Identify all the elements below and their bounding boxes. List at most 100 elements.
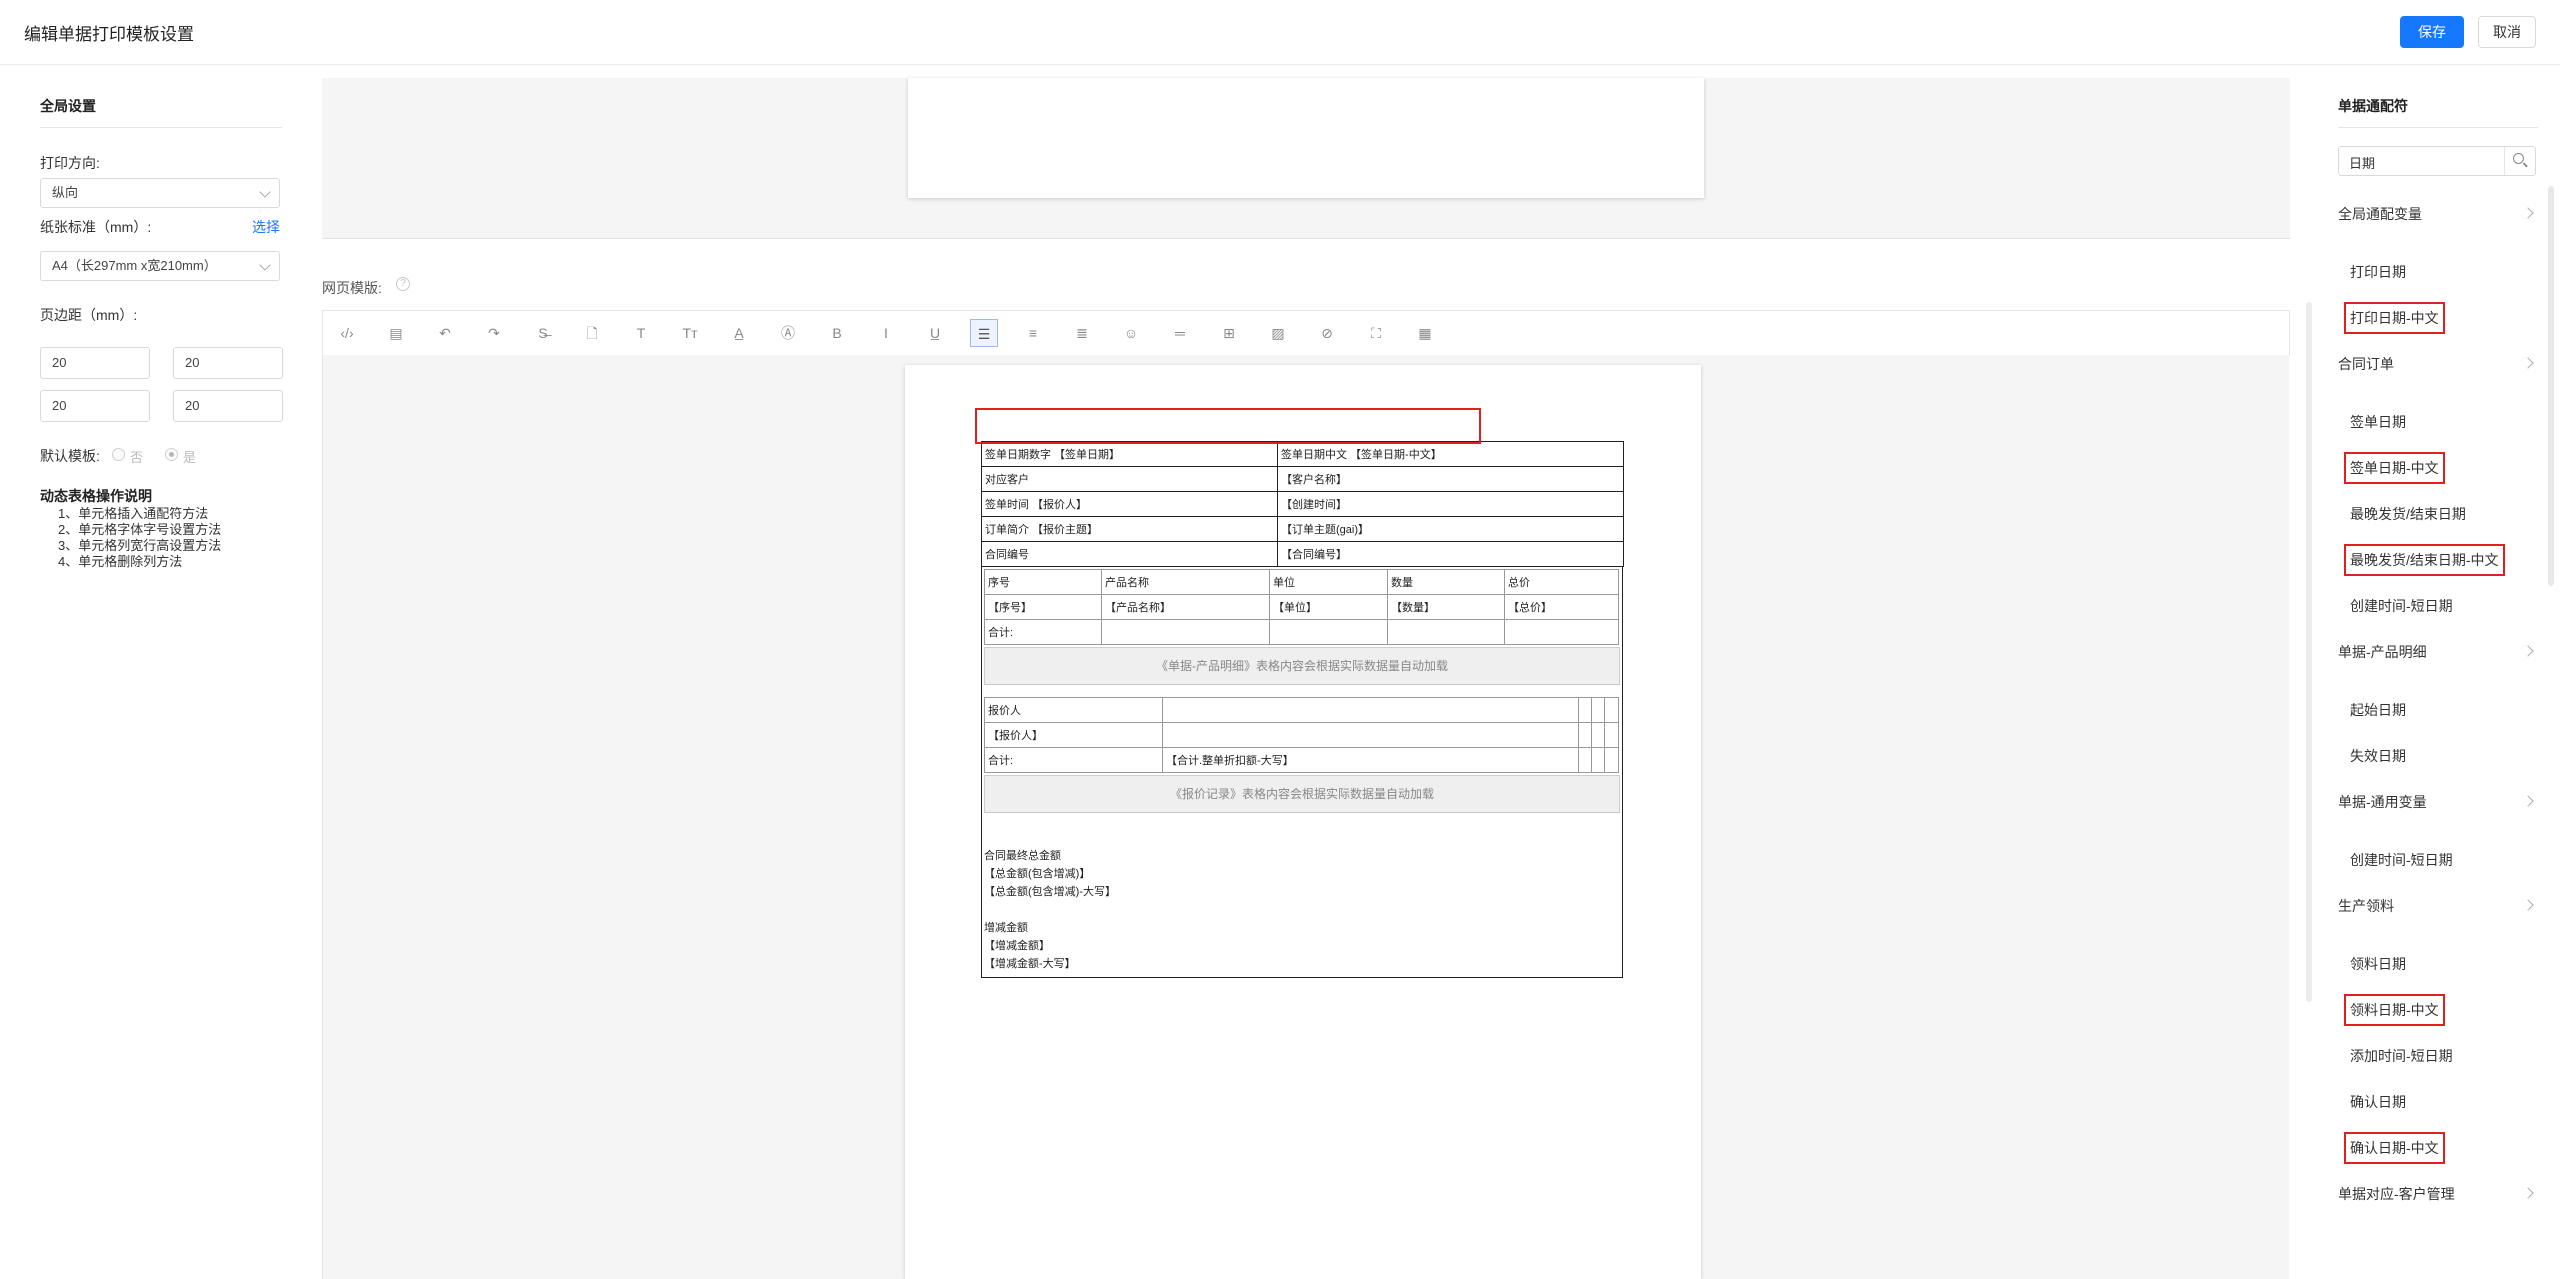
column-header[interactable]: 产品名称 [1101,569,1270,595]
wildcard-item[interactable]: 最晚发货/结束日期 [2350,504,2466,524]
horizontal-rule-icon[interactable]: ═ [1166,319,1194,347]
table-cell[interactable]: 签单日期数字 【签单日期】 [981,441,1278,467]
table-cell[interactable] [1578,722,1592,748]
document-icon[interactable]: 🗋 [578,319,606,347]
chevron-right-icon[interactable] [2522,645,2534,657]
wildcard-item[interactable]: 创建时间-短日期 [2350,850,2453,870]
default-yes-radio[interactable] [165,448,178,461]
table-cell[interactable]: 【数量】 [1387,594,1505,620]
table-cell[interactable]: 合计: [984,619,1102,645]
chevron-right-icon[interactable] [2522,1187,2534,1199]
column-header[interactable]: 序号 [984,569,1102,595]
wildcard-group-header[interactable]: 生产领料 [2338,896,2394,916]
wildcard-item[interactable]: 创建时间-短日期 [2350,596,2453,616]
strikethrough-icon[interactable]: S̶ [529,319,557,347]
scrollbar[interactable] [2548,186,2554,586]
text-icon[interactable]: T [627,319,655,347]
table-cell[interactable]: 签单时间 【报价人】 [981,491,1278,517]
table-cell[interactable]: 【创建时间】 [1277,491,1624,517]
help-icon[interactable]: ? [396,277,410,291]
wildcard-item[interactable]: 领料日期-中文 [2344,994,2445,1026]
table-cell[interactable] [1578,697,1592,723]
table-cell[interactable]: 【合同编号】 [1277,541,1624,567]
chevron-right-icon[interactable] [2522,899,2534,911]
wildcard-item[interactable]: 失效日期 [2350,746,2406,766]
column-header[interactable]: 总价 [1504,569,1619,595]
column-header[interactable]: 数量 [1387,569,1505,595]
wildcard-item[interactable]: 起始日期 [2350,700,2406,720]
chevron-right-icon[interactable] [2522,207,2534,219]
quote-table[interactable]: 报价人 【报价人】 合计: 【合计.整单折扣额-大写】 [984,697,1619,773]
undo-icon[interactable]: ↶ [431,319,459,347]
table-cell[interactable]: 合同编号 [981,541,1278,567]
table-cell[interactable]: 【序号】 [984,594,1102,620]
margin-right-input[interactable]: 20 [173,390,283,422]
chevron-right-icon[interactable] [2522,795,2534,807]
table-cell[interactable]: 【订单主题(gai)】 [1277,516,1624,542]
table-cell[interactable] [1604,697,1619,723]
fullscreen-icon[interactable]: ⛶ [1362,319,1390,347]
template-icon[interactable]: ▤ [382,319,410,347]
column-header[interactable]: 单位 [1269,569,1388,595]
default-no-radio[interactable] [112,448,125,461]
table-cell[interactable] [1604,747,1619,773]
table-icon[interactable]: ⊞ [1215,319,1243,347]
table-cell[interactable] [1269,619,1388,645]
font-color-icon[interactable]: A̲ [725,319,753,347]
table-cell[interactable] [1591,747,1605,773]
source-code-icon[interactable]: ‹/› [333,319,361,347]
wildcard-item[interactable]: 添加时间-短日期 [2350,1046,2453,1066]
italic-icon[interactable]: I [872,319,900,347]
wildcard-group-header[interactable]: 全局通配变量 [2338,204,2422,224]
save-button[interactable]: 保存 [2400,16,2464,48]
table-cell[interactable] [1162,697,1579,723]
redo-icon[interactable]: ↷ [480,319,508,347]
paper-select[interactable]: A4（长297mm x宽210mm） [40,251,280,281]
table-cell[interactable] [1578,747,1592,773]
table-cell[interactable]: 对应客户 [981,466,1278,492]
document-page[interactable]: 签单日期数字 【签单日期】 签单日期中文 【签单日期-中文】 对应客户 【客户名… [905,365,1701,1279]
align-center-icon[interactable]: ≡ [1019,319,1047,347]
table-cell[interactable] [1162,722,1579,748]
table-cell[interactable] [1591,697,1605,723]
table-cell[interactable]: 【单位】 [1269,594,1388,620]
wildcard-item[interactable]: 最晚发货/结束日期-中文 [2344,544,2505,576]
wildcard-item[interactable]: 领料日期 [2350,954,2406,974]
wildcard-group-header[interactable]: 单据对应-客户管理 [2338,1184,2455,1204]
table-cell[interactable]: 订单简介 【报价主题】 [981,516,1278,542]
wildcard-group-header[interactable]: 单据-通用变量 [2338,792,2427,812]
margin-top-input[interactable]: 20 [40,347,150,379]
wildcard-group-header[interactable]: 单据-产品明细 [2338,642,2427,662]
attachment-icon[interactable]: ⊘ [1313,319,1341,347]
align-left-icon[interactable]: ☰ [970,319,998,347]
table-cell[interactable]: 【产品名称】 [1101,594,1270,620]
wildcard-item[interactable]: 确认日期-中文 [2344,1132,2445,1164]
table-cell[interactable]: 报价人 [984,697,1163,723]
image-icon[interactable]: ▨ [1264,319,1292,347]
font-size-icon[interactable]: Tт [676,319,704,347]
orientation-select[interactable]: 纵向 [40,178,280,208]
wildcard-item[interactable]: 打印日期-中文 [2344,302,2445,334]
margin-bottom-input[interactable]: 20 [173,347,283,379]
bold-icon[interactable]: B [823,319,851,347]
table-cell[interactable] [1604,722,1619,748]
wildcard-item[interactable]: 签单日期-中文 [2344,452,2445,484]
table-cell[interactable] [1101,619,1270,645]
table-cell[interactable]: 【客户名称】 [1277,466,1624,492]
paper-select-link[interactable]: 选择 [252,217,280,237]
wildcard-search[interactable]: 日期 [2338,146,2536,176]
table-cell[interactable]: 合计: [984,747,1163,773]
wildcard-item[interactable]: 签单日期 [2350,412,2406,432]
wildcard-item[interactable]: 打印日期 [2350,262,2406,282]
wildcard-group-header[interactable]: 合同订单 [2338,354,2394,374]
scrollbar[interactable] [2306,302,2312,1002]
chevron-right-icon[interactable] [2522,357,2534,369]
search-button[interactable] [2504,147,2535,175]
cancel-button[interactable]: 取消 [2478,16,2536,48]
dynamic-table-icon[interactable]: ▦ [1411,319,1439,347]
table-cell[interactable] [1591,722,1605,748]
product-table[interactable]: 序号 产品名称 单位 数量 总价 【序号】 【产品名称】 【单位】 【数量】 【… [984,569,1619,645]
emoji-icon[interactable]: ☺ [1117,319,1145,347]
background-color-icon[interactable]: Ⓐ [774,319,802,347]
table-cell[interactable]: 签单日期中文 【签单日期-中文】 [1277,441,1624,467]
